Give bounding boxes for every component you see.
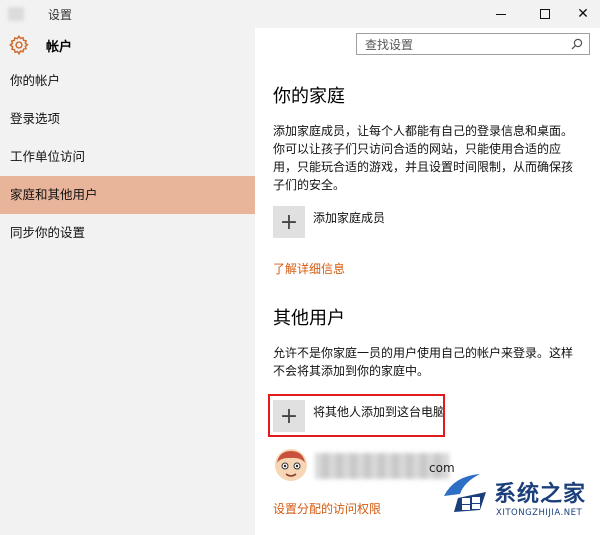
sidebar: 帐户 你的帐户 登录选项 工作单位访问 家庭和其他用户 同步你的设置 (0, 28, 255, 535)
title-bar: 设置 ✕ (0, 0, 600, 28)
watermark-title: 系统之家 (494, 482, 587, 507)
search-input[interactable] (357, 35, 557, 55)
main-content: 你的家庭 添加家庭成员，让每个人都能有自己的登录信息和桌面。 你可以让孩子们只访… (255, 62, 600, 535)
gear-icon (9, 35, 29, 56)
close-button[interactable]: ✕ (566, 0, 600, 28)
other-users-description-line: 不会将其添加到你的家庭中。 (273, 364, 430, 378)
sidebar-header: 帐户 (0, 28, 255, 62)
family-description-line: 用，只能玩合适的游戏，并且设置时间限制，从而确保孩 (273, 160, 574, 174)
window-title: 设置 (48, 8, 73, 22)
maximize-button[interactable] (528, 0, 562, 28)
sidebar-nav: 你的帐户 登录选项 工作单位访问 家庭和其他用户 同步你的设置 (0, 62, 255, 252)
maximize-icon (540, 9, 550, 19)
other-users-description-line: 允许不是你家庭一员的用户使用自己的帐户来登录。这样 (273, 346, 574, 360)
family-heading: 你的家庭 (273, 86, 345, 107)
app-icon (8, 7, 24, 21)
add-family-member-label: 添加家庭成员 (313, 210, 386, 225)
family-description-line: 子们的安全。 (273, 178, 346, 192)
sidebar-item-sign-in-options[interactable]: 登录选项 (0, 100, 255, 138)
sidebar-section-title: 帐户 (46, 40, 73, 55)
other-users-heading: 其他用户 (273, 308, 345, 329)
sidebar-item-sync-settings[interactable]: 同步你的设置 (0, 214, 255, 252)
other-users-description: 允许不是你家庭一员的用户使用自己的帐户来登录。这样 不会将其添加到你的家庭中。 (273, 344, 583, 380)
minimize-icon (496, 13, 506, 15)
search-box[interactable] (356, 33, 590, 55)
learn-more-link[interactable]: 了解详细信息 (273, 260, 345, 277)
sidebar-item-your-account[interactable]: 你的帐户 (0, 62, 255, 100)
watermark-logo-icon (444, 474, 486, 512)
add-family-member-button[interactable]: + 添加家庭成员 (273, 206, 385, 238)
sidebar-item-family-other-users[interactable]: 家庭和其他用户 (0, 176, 255, 214)
family-description-line: 你可以让孩子们只访问合适的网站，只能使用合适的应 (273, 142, 562, 156)
watermark: 系统之家 XITONGZHIJIA.NET (440, 470, 600, 530)
avatar (275, 449, 307, 481)
search-icon[interactable] (570, 37, 584, 51)
close-icon: ✕ (577, 6, 589, 22)
family-description-line: 添加家庭成员，让每个人都能有自己的登录信息和桌面。 (273, 124, 574, 138)
highlight-box (268, 394, 445, 437)
minimize-button[interactable] (484, 0, 518, 28)
family-description: 添加家庭成员，让每个人都能有自己的登录信息和桌面。 你可以让孩子们只访问合适的网… (273, 122, 583, 194)
plus-icon: + (273, 206, 305, 238)
assigned-access-link[interactable]: 设置分配的访问权限 (273, 500, 381, 517)
sidebar-item-work-access[interactable]: 工作单位访问 (0, 138, 255, 176)
watermark-url: XITONGZHIJIA.NET (496, 508, 583, 518)
